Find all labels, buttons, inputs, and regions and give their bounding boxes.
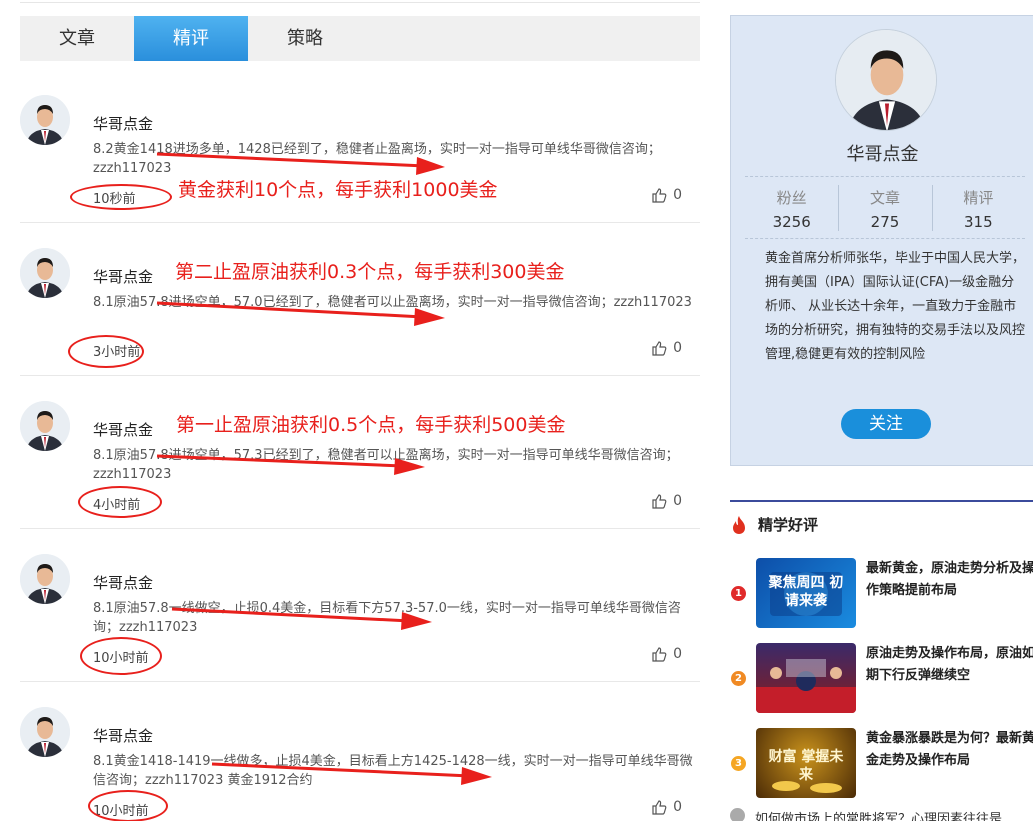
thumbs-up-icon bbox=[652, 494, 667, 509]
red-arrow-annotation bbox=[211, 762, 492, 785]
like-button[interactable]: 0 bbox=[651, 646, 682, 662]
author-avatar[interactable] bbox=[20, 554, 70, 604]
stat-label: 精评 bbox=[963, 189, 994, 207]
like-button[interactable]: 0 bbox=[651, 187, 682, 203]
author-avatar[interactable] bbox=[20, 248, 70, 298]
hot-item-title: 如何做市场上的常胜将军？心理因素往往是 bbox=[755, 812, 1003, 821]
tab-reviews[interactable]: 精评 bbox=[134, 16, 248, 61]
red-arrow-annotation bbox=[156, 301, 445, 326]
flame-icon bbox=[733, 515, 745, 534]
author-avatar[interactable] bbox=[20, 95, 70, 145]
red-annotation: 第一止盈原油获利0.5个点，每手获利500美金 bbox=[176, 414, 566, 436]
profile-bio: 黄金首席分析师张华，毕业于中国人民大学，拥有美国（IPA）国际认证(CFA)一级… bbox=[765, 251, 1026, 362]
tab-articles[interactable]: 文章 bbox=[20, 16, 134, 61]
stat-value: 3256 bbox=[772, 213, 811, 231]
stat-reviews[interactable]: 精评 315 bbox=[931, 177, 1025, 238]
rank-badge: 3 bbox=[731, 756, 746, 771]
profile-avatar[interactable] bbox=[835, 29, 937, 131]
article-thumbnail[interactable] bbox=[756, 643, 856, 713]
thumbnail-caption: 聚焦周四 初请来袭 bbox=[768, 575, 844, 609]
red-arrow-annotation bbox=[156, 152, 445, 175]
top-divider bbox=[20, 2, 700, 3]
stat-value: 275 bbox=[870, 213, 900, 231]
hot-item-title[interactable]: 原油走势及操作布局，原油如期下行反弹继续空 bbox=[866, 643, 1033, 687]
red-annotation: 第二止盈原油获利0.3个点，每手获利300美金 bbox=[175, 261, 565, 283]
red-circle-annotation bbox=[68, 335, 144, 368]
stat-followers[interactable]: 粉丝 3256 bbox=[745, 177, 838, 238]
thumbs-up-icon bbox=[652, 341, 667, 356]
tab-bar: 文章 精评 策略 bbox=[20, 16, 700, 61]
follow-button[interactable]: 关注 bbox=[841, 409, 931, 439]
post-item: 华哥点金 8.2黄金1418进场多单，1428已经到了，稳健者止盈离场，实时一对… bbox=[20, 70, 700, 223]
like-button[interactable]: 0 bbox=[651, 340, 682, 356]
hot-list-item-partial[interactable]: 如何做市场上的常胜将军？心理因素往往是 bbox=[730, 808, 1033, 821]
like-count: 0 bbox=[673, 799, 682, 815]
thumbs-up-icon bbox=[652, 800, 667, 815]
author-profile-card: 华哥点金 粉丝 3256 文章 275 精评 315 黄金首席分析师张华，毕业于… bbox=[730, 15, 1033, 466]
stat-label: 粉丝 bbox=[776, 189, 807, 207]
like-button[interactable]: 0 bbox=[651, 493, 682, 509]
post-author[interactable]: 华哥点金 bbox=[93, 113, 153, 134]
author-avatar[interactable] bbox=[20, 707, 70, 757]
post-author[interactable]: 华哥点金 bbox=[93, 725, 153, 746]
post-author[interactable]: 华哥点金 bbox=[93, 266, 153, 287]
hot-list-item[interactable]: 3 财富 掌握未来 黄金暴涨暴跌是为何？最新黄金走势及操作布局 bbox=[730, 728, 1033, 800]
like-count: 0 bbox=[673, 187, 682, 203]
red-arrow-annotation bbox=[171, 607, 432, 630]
red-circle-annotation bbox=[70, 184, 172, 210]
like-button[interactable]: 0 bbox=[651, 799, 682, 815]
thumbs-up-icon bbox=[652, 188, 667, 203]
red-arrow-annotation bbox=[156, 454, 425, 475]
tab-strategy[interactable]: 策略 bbox=[248, 16, 362, 61]
like-count: 0 bbox=[673, 340, 682, 356]
rank-badge: 2 bbox=[731, 671, 746, 686]
post-author[interactable]: 华哥点金 bbox=[93, 419, 153, 440]
stat-articles[interactable]: 文章 275 bbox=[838, 177, 931, 238]
like-count: 0 bbox=[673, 646, 682, 662]
red-circle-annotation bbox=[88, 790, 168, 821]
rank-badge: 1 bbox=[731, 586, 746, 601]
rank-badge bbox=[730, 808, 745, 821]
like-count: 0 bbox=[673, 493, 682, 509]
article-thumbnail[interactable]: 财富 掌握未来 bbox=[756, 728, 856, 798]
post-author[interactable]: 华哥点金 bbox=[93, 572, 153, 593]
post-feed: 华哥点金 8.2黄金1418进场多单，1428已经到了，稳健者止盈离场，实时一对… bbox=[20, 70, 700, 821]
author-avatar[interactable] bbox=[20, 401, 70, 451]
hot-item-title[interactable]: 最新黄金，原油走势分析及操作策略提前布局 bbox=[866, 558, 1033, 602]
article-thumbnail[interactable]: 聚焦周四 初请来袭 bbox=[756, 558, 856, 628]
profile-name: 华哥点金 bbox=[846, 144, 919, 165]
post-item: 华哥点金 8.1原油57.8一线做空，止损0.4美金，目标看下方57.3-57.… bbox=[20, 529, 700, 682]
hot-list-title: 精学好评 bbox=[758, 516, 819, 534]
red-circle-annotation bbox=[78, 486, 162, 518]
hot-list-header: 精学好评 bbox=[730, 514, 818, 535]
thumbs-up-icon bbox=[652, 647, 667, 662]
post-item: 华哥点金 第一止盈原油获利0.5个点，每手获利500美金 8.1原油57.8进场… bbox=[20, 376, 700, 529]
post-item: 华哥点金 8.1黄金1418-1419一线做多，止损4美金，目标看上方1425-… bbox=[20, 682, 700, 821]
hot-item-title[interactable]: 黄金暴涨暴跌是为何？最新黄金走势及操作布局 bbox=[866, 728, 1033, 772]
stat-value: 315 bbox=[964, 213, 993, 231]
hot-list-item[interactable]: 1 聚焦周四 初请来袭 最新黄金，原油走势分析及操作策略提前布局 bbox=[730, 558, 1033, 630]
hot-list-item[interactable]: 2 原油走势及操作布局，原油如期下行反弹继续空 bbox=[730, 643, 1033, 715]
profile-stats: 粉丝 3256 文章 275 精评 315 bbox=[745, 176, 1025, 239]
red-circle-annotation bbox=[80, 637, 162, 675]
section-divider bbox=[730, 500, 1033, 502]
stat-label: 文章 bbox=[869, 189, 900, 207]
thumbnail-caption: 财富 掌握未来 bbox=[768, 749, 844, 783]
post-item: 华哥点金 第二止盈原油获利0.3个点，每手获利300美金 8.1原油57.8进场… bbox=[20, 223, 700, 376]
